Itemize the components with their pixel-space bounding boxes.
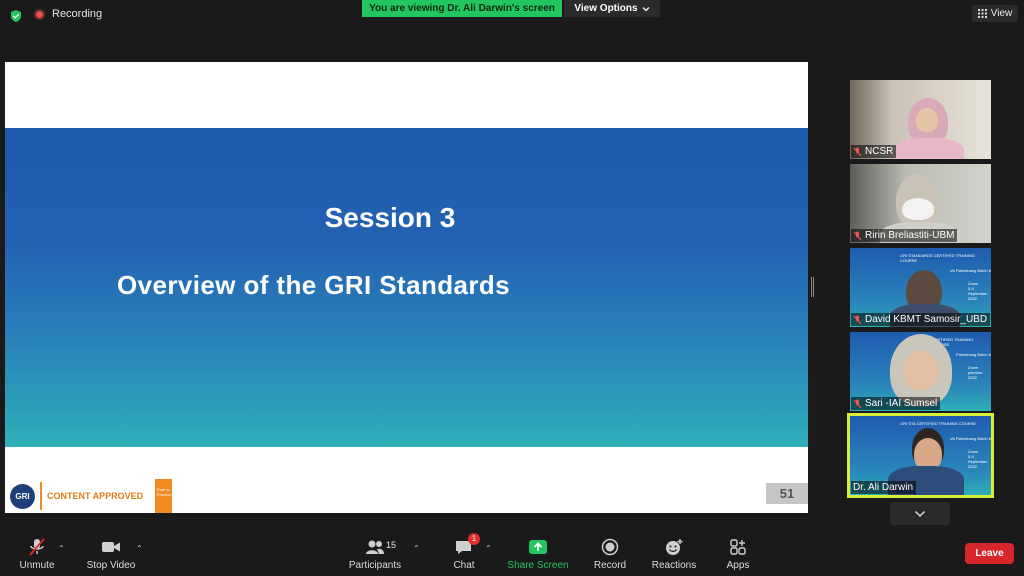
audio-options-caret[interactable]: ⌃ <box>58 544 65 553</box>
gri-logo: GRI <box>10 483 35 509</box>
view-button[interactable]: View <box>972 5 1018 22</box>
panel-resize-handle[interactable] <box>811 277 814 297</box>
chevron-down-icon <box>914 510 926 517</box>
participant-name: Ririn Breliastiti-UBM <box>865 230 955 241</box>
participant-name: NCSR <box>865 146 894 157</box>
participant-tile[interactable]: Ririn Breliastiti-UBM <box>850 164 991 243</box>
view-options-button[interactable]: View Options <box>564 0 660 17</box>
unmute-button[interactable]: Unmute <box>16 530 58 576</box>
security-shield-icon[interactable] <box>9 9 23 23</box>
reactions-button[interactable]: Reactions <box>650 530 698 576</box>
chevron-down-icon <box>642 6 650 11</box>
reactions-label: Reactions <box>651 560 697 571</box>
participants-label: Participants <box>348 560 402 571</box>
active-speaker-frame <box>847 413 994 498</box>
participant-name: David KBMT Samosir_UBD <box>865 314 988 325</box>
badge-divider <box>40 482 42 510</box>
meeting-toolbar: Unmute ⌃ Stop Video ⌃ Participants 15 ⌃ … <box>0 530 1024 576</box>
participants-count: 15 <box>386 540 397 550</box>
mic-muted-icon <box>853 399 862 408</box>
participant-name-tag: NCSR <box>851 145 897 158</box>
participant-body <box>894 138 964 159</box>
share-screen-icon <box>529 540 547 554</box>
participant-background-text: IAI Palembang Batch 6 <box>950 268 991 273</box>
participant-tile[interactable]: NCSR <box>850 80 991 159</box>
participant-face <box>904 350 938 390</box>
chat-label: Chat <box>453 560 475 571</box>
slide-subtitle: Overview of the GRI Standards <box>117 270 511 300</box>
share-screen-button[interactable]: Share Screen <box>507 530 569 576</box>
participants-options-caret[interactable]: ⌃ <box>413 544 420 553</box>
mic-muted-icon <box>29 538 45 556</box>
apps-label: Apps <box>726 560 750 571</box>
participant-background-text: Zoom 5-9 September 2022 <box>968 281 988 301</box>
record-button[interactable]: Record <box>590 530 630 576</box>
chat-unread-badge: 1 <box>468 533 480 545</box>
mic-muted-icon <box>853 315 862 324</box>
participant-tile[interactable]: CERTIFIED TRAINING COURSE Palembang Batc… <box>850 332 991 411</box>
shared-screen-slide: Session 3 Overview of the GRI Standards … <box>5 62 808 513</box>
participant-name-tag: David KBMT Samosir_UBD <box>851 313 991 326</box>
record-icon <box>601 538 619 556</box>
chat-button[interactable]: Chat 1 <box>446 530 482 576</box>
mic-muted-icon <box>853 231 862 240</box>
participant-name-tag: Sari -IAI Sumsel <box>851 397 941 410</box>
apps-button[interactable]: Apps <box>722 530 754 576</box>
recording-indicator[interactable]: Recording <box>34 8 102 20</box>
participant-background-text: GRI STANDARDS CERTIFIED TRAINING COURSE <box>900 253 975 263</box>
participants-icon <box>366 540 384 554</box>
video-options-caret[interactable]: ⌃ <box>136 544 143 553</box>
participant-tile[interactable]: GRI STANDARDS CERTIFIED TRAINING COURSE … <box>850 248 991 327</box>
view-label: View <box>990 8 1013 19</box>
gri-content-approved-badge: GRI CONTENT APPROVED Path to Practice <box>10 479 172 513</box>
grid-icon <box>977 9 987 18</box>
participant-name: Sari -IAI Sumsel <box>865 398 938 409</box>
viewing-banner: You are viewing Dr. Ali Darwin's screen <box>362 0 562 17</box>
chat-options-caret[interactable]: ⌃ <box>485 544 492 553</box>
slide-title: Session 3 <box>324 202 456 233</box>
stop-video-label: Stop Video <box>86 560 136 571</box>
content-approved-text: CONTENT APPROVED <box>47 491 144 501</box>
participant-face <box>916 108 938 132</box>
video-camera-icon <box>102 542 120 552</box>
participant-name-tag: Ririn Breliastiti-UBM <box>851 229 958 242</box>
view-options-label: View Options <box>574 3 638 14</box>
unmute-label: Unmute <box>19 560 55 571</box>
participant-mask <box>902 198 934 220</box>
leave-meeting-button[interactable]: Leave <box>965 543 1014 564</box>
path-to-practice-tag: Path to Practice <box>155 479 172 513</box>
participants-button[interactable]: Participants 15 <box>346 530 404 576</box>
share-screen-label: Share Screen <box>507 560 569 571</box>
participant-background-text: Zoom ptember 2022 <box>968 365 983 380</box>
mic-muted-icon <box>853 147 862 156</box>
scroll-participants-down-button[interactable] <box>890 502 950 525</box>
emoji-reaction-icon <box>666 539 683 555</box>
record-label: Record <box>593 560 627 571</box>
stop-video-button[interactable]: Stop Video <box>84 530 138 576</box>
recording-label: Recording <box>52 8 103 20</box>
recording-dot-icon <box>34 8 45 20</box>
slide-page-number: 51 <box>766 483 808 504</box>
participant-background-text: Palembang Batch 6 <box>956 352 991 357</box>
apps-icon <box>730 539 746 555</box>
